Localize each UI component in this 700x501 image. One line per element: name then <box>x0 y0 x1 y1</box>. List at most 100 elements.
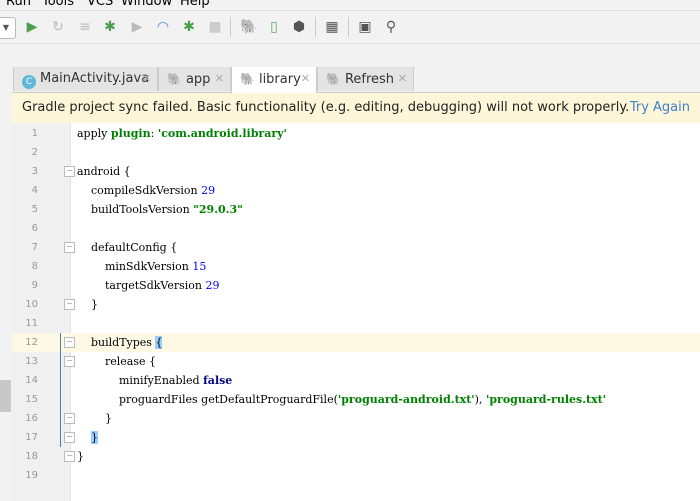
project-structure-icon[interactable]: ▦ <box>324 19 340 35</box>
code-token: ), <box>474 393 486 406</box>
code-token: } <box>91 431 98 444</box>
code-line[interactable]: 12 − buildTypes { <box>12 333 700 352</box>
code-line[interactable]: 15 proguardFiles getDefaultProguardFile(… <box>12 390 700 409</box>
coverage-icon[interactable]: ▶ <box>129 19 145 35</box>
close-icon[interactable]: ✕ <box>398 67 407 91</box>
menu-help[interactable]: Help <box>180 0 210 9</box>
menu-vcs[interactable]: VCS <box>87 0 113 9</box>
menu-window[interactable]: Window <box>121 0 172 9</box>
banner-message: Gradle project sync failed. Basic functi… <box>22 100 630 115</box>
fold-icon[interactable]: − <box>64 299 75 310</box>
class-icon: C <box>22 75 36 89</box>
code-line[interactable]: 18 −} <box>12 447 700 466</box>
close-icon[interactable]: ✕ <box>215 67 224 91</box>
run-icon[interactable]: ▶ <box>24 19 40 35</box>
sdk-manager-icon[interactable]: ⬢ <box>291 19 307 35</box>
editor-tabs: C MainActivity.java ✕ 🐘 app ✕ 🐘 library ✕ 🐘 Ref… <box>0 67 700 93</box>
code-token: 15 <box>192 260 207 273</box>
code-line[interactable]: 3 − android { <box>12 162 700 181</box>
code-line[interactable]: 14 minifyEnabled false <box>12 371 700 390</box>
attach-debugger-icon[interactable]: ✱ <box>181 19 197 35</box>
code-text: minSdkVersion 15 <box>77 257 206 276</box>
menu-run[interactable]: Run <box>6 0 31 9</box>
code-line[interactable]: 17 − } <box>12 428 700 447</box>
tab-label: Refresh <box>344 72 395 87</box>
code-line[interactable]: 1 apply plugin: 'com.android.library' <box>12 124 700 143</box>
code-token: } <box>77 412 112 425</box>
stop-icon[interactable]: ■ <box>207 19 223 35</box>
code-token: } <box>77 298 98 311</box>
fold-icon[interactable]: − <box>64 413 75 424</box>
line-number: 12 <box>25 337 38 348</box>
tab-mainactivity[interactable]: C MainActivity.java ✕ <box>13 67 158 91</box>
code-token: false <box>203 374 233 387</box>
code-text: } <box>77 428 98 447</box>
code-token: release { <box>77 355 156 368</box>
code-line[interactable]: 6 <box>12 219 700 238</box>
tab-app[interactable]: 🐘 app ✕ <box>158 67 231 91</box>
code-line[interactable]: 13 − release { <box>12 352 700 371</box>
code-token: "29.0.3" <box>193 203 243 216</box>
debug-icon[interactable]: ✱ <box>102 19 118 35</box>
menu-tools[interactable]: Tools <box>42 0 74 9</box>
code-token: 29 <box>205 279 220 292</box>
avd-manager-icon[interactable]: ▯ <box>266 19 282 35</box>
close-icon[interactable]: ✕ <box>142 67 151 91</box>
code-line[interactable]: 10 − } <box>12 295 700 314</box>
scrollbar-thumb[interactable] <box>0 380 11 412</box>
code-text: release { <box>77 352 156 371</box>
code-token: defaultConfig { <box>77 241 178 254</box>
code-line[interactable]: 2 <box>12 143 700 162</box>
tab-library[interactable]: 🐘 library ✕ <box>231 67 317 93</box>
gradle-elephant-icon: 🐘 <box>326 72 341 86</box>
code-token: } <box>77 450 84 463</box>
fold-icon[interactable]: − <box>64 432 75 443</box>
toolbar-separator <box>230 17 231 37</box>
tab-refresh[interactable]: 🐘 Refresh ✕ <box>317 67 414 91</box>
profile-icon[interactable]: ◠ <box>155 19 171 35</box>
fold-icon[interactable]: − <box>64 356 75 367</box>
line-number: 18 <box>25 451 38 462</box>
code-line[interactable]: 11 <box>12 314 700 333</box>
tab-label: library <box>258 72 301 87</box>
code-token: buildToolsVersion <box>77 203 194 216</box>
code-line[interactable]: 19 <box>12 466 700 485</box>
code-text: } <box>77 295 98 314</box>
line-number: 1 <box>31 128 38 139</box>
code-line[interactable]: 4 compileSdkVersion 29 <box>12 181 700 200</box>
sync-failed-banner: Gradle project sync failed. Basic functi… <box>12 93 700 123</box>
apply-changes-icon[interactable]: ≡ <box>77 19 93 35</box>
rerun-icon[interactable]: ↻ <box>50 19 66 35</box>
code-line[interactable]: 9 targetSdkVersion 29 <box>12 276 700 295</box>
code-token: 'proguard-android.txt' <box>337 393 475 406</box>
code-line[interactable]: 5 buildToolsVersion "29.0.3" <box>12 200 700 219</box>
fold-icon[interactable]: − <box>64 337 75 348</box>
line-number: 17 <box>25 432 38 443</box>
toolbar: ▼ ▶ ↻ ≡ ✱ ▶ ◠ ✱ ■ 🐘 ▯ ⬢ ▦ ▣ ⚲ <box>0 10 700 44</box>
run-config-dropdown[interactable]: ▼ <box>0 17 16 39</box>
code-token: plugin <box>110 127 151 140</box>
fold-icon[interactable]: − <box>64 451 75 462</box>
fold-icon[interactable]: − <box>64 242 75 253</box>
search-icon[interactable]: ⚲ <box>383 19 399 35</box>
line-number: 13 <box>25 356 38 367</box>
fold-icon[interactable]: − <box>64 166 75 177</box>
gradle-elephant-icon: 🐘 <box>167 72 182 86</box>
line-number: 15 <box>25 394 38 405</box>
code-token: 'com.android.library' <box>157 127 287 140</box>
code-token: minifyEnabled <box>77 374 204 387</box>
terminal-icon[interactable]: ▣ <box>357 19 373 35</box>
line-number: 5 <box>31 204 38 215</box>
toolbar-separator <box>348 17 349 37</box>
code-line[interactable]: 16 − } <box>12 409 700 428</box>
gradle-sync-icon[interactable]: 🐘 <box>240 19 257 35</box>
code-line[interactable]: 8 minSdkVersion 15 <box>12 257 700 276</box>
code-line[interactable]: 7 − defaultConfig { <box>12 238 700 257</box>
code-text: } <box>77 409 112 428</box>
menu-bar: Run Tools VCS Window Help <box>0 0 700 10</box>
close-icon[interactable]: ✕ <box>301 67 310 91</box>
try-again-link[interactable]: Try Again <box>630 93 690 123</box>
code-text: defaultConfig { <box>77 238 177 257</box>
change-marker <box>60 333 61 447</box>
code-text: targetSdkVersion 29 <box>77 276 220 295</box>
